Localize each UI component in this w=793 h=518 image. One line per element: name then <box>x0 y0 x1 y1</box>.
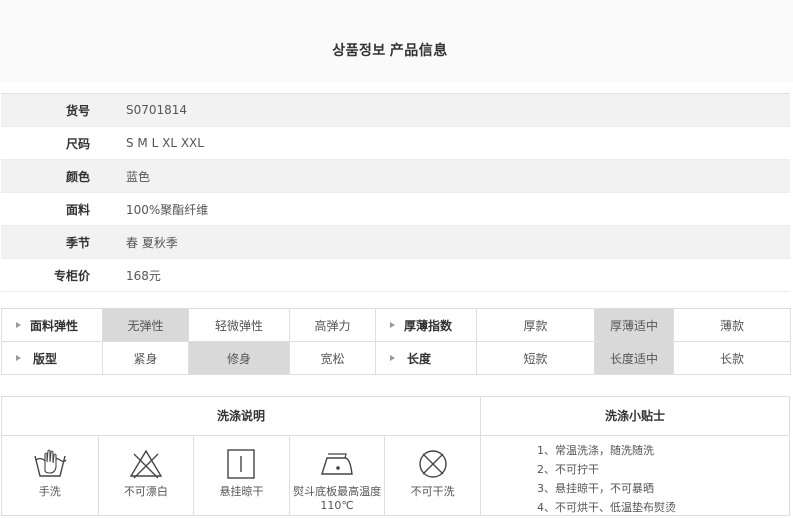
care-caption: 不可干洗 <box>410 485 455 498</box>
option-loose: 宽松 <box>289 341 376 375</box>
title-korean: 상품정보 <box>332 43 386 59</box>
info-label: 面料 <box>65 202 90 217</box>
info-row: 颜色 蓝色 <box>1 160 790 193</box>
fit-label: 版型 <box>1 341 103 375</box>
info-value: 春 夏秋季 <box>126 235 178 250</box>
tips-list: 1、常温洗涤，随洗随洗 2、不可拧干 3、悬挂晾干，不可暴晒 4、不可烘干、低温… <box>481 436 789 517</box>
info-label: 季节 <box>65 235 90 250</box>
triangle-right-icon <box>390 355 395 361</box>
attribute-row: 面料弹性 无弹性 轻微弹性 高弹力 厚薄指数 厚款 厚薄适中 薄款 <box>1 308 791 342</box>
care-caption: 手洗 <box>38 485 61 498</box>
option-slim: 修身 <box>188 341 290 375</box>
triangle-right-icon <box>16 322 21 328</box>
care-caption: 熨斗底板最高温度110℃ <box>293 485 382 512</box>
info-row: 专柜价 168元 <box>1 259 790 292</box>
option-tight: 紧身 <box>102 341 189 375</box>
care-section: 洗涤说明 手洗 不可漂白 悬挂晾干 熨斗底板最高温度110℃ 不可干洗 洗涤小贴… <box>1 396 790 516</box>
care-icons: 手洗 不可漂白 悬挂晾干 熨斗底板最高温度110℃ 不可干洗 <box>2 436 480 516</box>
tip-item: 3、悬挂晾干，不可暴晒 <box>537 482 654 495</box>
triangle-right-icon <box>390 322 395 328</box>
hand-wash-icon <box>34 449 67 477</box>
care-item: 不可干洗 <box>385 436 480 516</box>
info-row: 季节 春 夏秋季 <box>1 226 790 259</box>
info-label: 专柜价 <box>53 268 90 283</box>
wash-tips: 洗涤小贴士 1、常温洗涤，随洗随洗 2、不可拧干 3、悬挂晾干，不可暴晒 4、不… <box>481 397 789 515</box>
iron-low-icon <box>321 453 353 475</box>
title-chinese: 产品信息 <box>389 43 448 59</box>
option-high-stretch: 高弹力 <box>289 308 376 342</box>
care-item: 手洗 <box>2 436 99 516</box>
triangle-right-icon <box>16 355 21 361</box>
care-item: 不可漂白 <box>99 436 195 516</box>
info-value: S0701814 <box>126 103 188 117</box>
info-value: S M L XL XXL <box>126 136 204 150</box>
info-value: 蓝色 <box>126 169 151 184</box>
option-thin: 薄款 <box>673 308 791 342</box>
length-label: 长度 <box>375 341 477 375</box>
page-title: 상품정보 产品信息 <box>0 40 780 60</box>
tip-item: 1、常温洗涤，随洗随洗 <box>537 444 654 457</box>
no-bleach-icon <box>129 449 163 479</box>
no-dry-clean-icon <box>418 450 447 478</box>
info-label: 颜色 <box>65 169 90 184</box>
tip-item: 4、不可烘干、低温垫布熨烫 <box>537 501 676 514</box>
attribute-grid: 面料弹性 无弹性 轻微弹性 高弹力 厚薄指数 厚款 厚薄适中 薄款 版型 紧身 … <box>1 308 791 375</box>
tip-item: 2、不可拧干 <box>537 463 599 476</box>
elasticity-label: 面料弹性 <box>1 308 103 342</box>
option-medium-length: 长度适中 <box>594 341 674 375</box>
product-info-table: 货号 S0701814 尺码 S M L XL XXL 颜色 蓝色 面料 100… <box>1 93 790 292</box>
info-row: 尺码 S M L XL XXL <box>1 127 790 160</box>
care-item: 熨斗底板最高温度110℃ <box>290 436 386 516</box>
care-caption: 不可漂白 <box>123 485 168 498</box>
hang-dry-icon <box>227 449 256 479</box>
info-value: 100%聚酯纤维 <box>126 202 209 217</box>
option-thick: 厚款 <box>476 308 595 342</box>
option-no-stretch: 无弹性 <box>102 308 189 342</box>
info-label: 尺码 <box>65 136 90 151</box>
thickness-label: 厚薄指数 <box>375 308 477 342</box>
care-item: 悬挂晾干 <box>194 436 290 516</box>
tips-title: 洗涤小贴士 <box>481 397 789 436</box>
option-long: 长款 <box>673 341 791 375</box>
info-row: 面料 100%聚酯纤维 <box>1 193 790 226</box>
info-row: 货号 S0701814 <box>1 94 790 127</box>
care-caption: 悬挂晾干 <box>219 485 264 498</box>
wash-instructions: 洗涤说明 手洗 不可漂白 悬挂晾干 熨斗底板最高温度110℃ 不可干洗 <box>2 397 481 516</box>
info-label: 货号 <box>65 103 90 118</box>
option-medium-thick: 厚薄适中 <box>594 308 674 342</box>
option-short: 短款 <box>476 341 595 375</box>
attribute-row: 版型 紧身 修身 宽松 长度 短款 长度适中 长款 <box>1 341 791 375</box>
wash-title: 洗涤说明 <box>2 397 480 436</box>
info-value: 168元 <box>126 268 161 283</box>
option-slight-stretch: 轻微弹性 <box>188 308 290 342</box>
